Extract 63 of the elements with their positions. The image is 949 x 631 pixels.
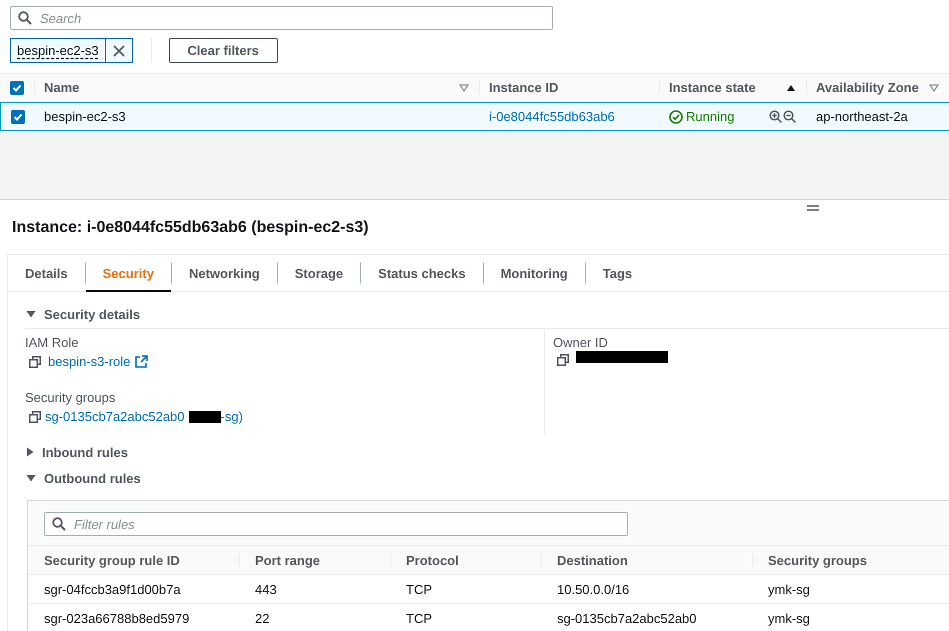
status-text: Running <box>686 109 734 124</box>
instance-title: Instance: i-0e8044fc55db63ab6 (bespin-ec2-s3) <box>12 218 370 238</box>
tab[interactable]: Storage <box>276 255 360 291</box>
column-header: Security groups <box>752 546 949 574</box>
column-header[interactable]: Name <box>34 73 479 102</box>
table-cell: sgr-04fccb3a9f1d00b7a <box>28 574 239 604</box>
sort-ascending-icon[interactable] <box>786 84 796 92</box>
filter-token[interactable]: bespin-ec2-s3 <box>10 38 133 63</box>
sort-icon[interactable] <box>929 84 939 92</box>
copy-icon[interactable] <box>29 356 41 368</box>
tab[interactable]: Networking <box>170 255 277 291</box>
caret-down-icon[interactable] <box>26 474 36 482</box>
table-cell: ymk-sg <box>752 574 949 604</box>
caret-right-icon[interactable] <box>26 447 34 457</box>
security-group-name-link[interactable]: -sg) <box>220 409 243 424</box>
column-header: Port range <box>239 546 390 574</box>
table-cell: 10.50.0.0/16 <box>541 574 752 604</box>
close-icon[interactable] <box>112 44 125 56</box>
column-header: Destination <box>541 546 752 574</box>
section-title: Inbound rules <box>42 444 128 460</box>
caret-down-icon[interactable] <box>26 310 36 318</box>
filter-field[interactable]: Filter rules <box>44 512 628 536</box>
sort-icon[interactable] <box>459 84 469 92</box>
column-header: Security group rule ID <box>28 546 239 574</box>
table-cell: ap-northeast-2a <box>816 109 908 124</box>
column-header: Protocol <box>390 546 541 574</box>
table-cell: TCP <box>390 574 541 604</box>
table-cell: bespin-ec2-s3 <box>44 109 126 124</box>
field-label: IAM Role <box>25 334 80 351</box>
zoom-out-icon[interactable] <box>783 110 796 123</box>
redaction-bar <box>188 410 221 422</box>
zoom-in-icon[interactable] <box>769 110 782 123</box>
external-link-icon[interactable] <box>135 355 148 368</box>
table-cell: TCP <box>390 604 541 631</box>
field-label: Security groups <box>25 389 116 406</box>
resize-handle-icon[interactable] <box>807 205 819 211</box>
security-group-link[interactable]: sg-0135cb7a2abc52ab0 <box>45 409 185 424</box>
filter-token-label: bespin-ec2-s3 <box>11 39 106 62</box>
column-header[interactable]: Availability Zone <box>806 73 949 102</box>
copy-icon[interactable] <box>557 354 569 366</box>
tab[interactable]: Monitoring <box>482 255 585 291</box>
column-header[interactable]: Instance state <box>659 73 806 102</box>
tab[interactable]: Tags <box>584 255 650 291</box>
table-cell: 443 <box>239 574 390 604</box>
tab[interactable]: Status checks <box>360 255 483 291</box>
table-cell: sgr-023a66788b8ed5979 <box>28 604 239 631</box>
iam-role-link[interactable]: bespin-s3-role <box>48 354 130 369</box>
table-cell: 22 <box>239 604 390 631</box>
search-icon <box>52 517 66 531</box>
copy-icon[interactable] <box>29 410 41 422</box>
table-cell: sg-0135cb7a2abc52ab0 <box>541 604 752 631</box>
search-icon <box>18 11 32 25</box>
section-title: Outbound rules <box>44 470 141 486</box>
tab[interactable]: Details <box>8 255 85 291</box>
clear-filters-button[interactable]: Clear filters <box>168 38 278 63</box>
column-header[interactable]: Instance ID <box>479 73 659 102</box>
checkbox[interactable] <box>10 110 24 124</box>
search-field[interactable]: Search <box>10 6 553 30</box>
checkbox[interactable] <box>10 80 24 94</box>
section-title: Security details <box>44 306 140 322</box>
check-circle-icon <box>669 110 683 124</box>
table-cell: ymk-sg <box>752 604 949 631</box>
field-label: Owner ID <box>553 334 609 351</box>
